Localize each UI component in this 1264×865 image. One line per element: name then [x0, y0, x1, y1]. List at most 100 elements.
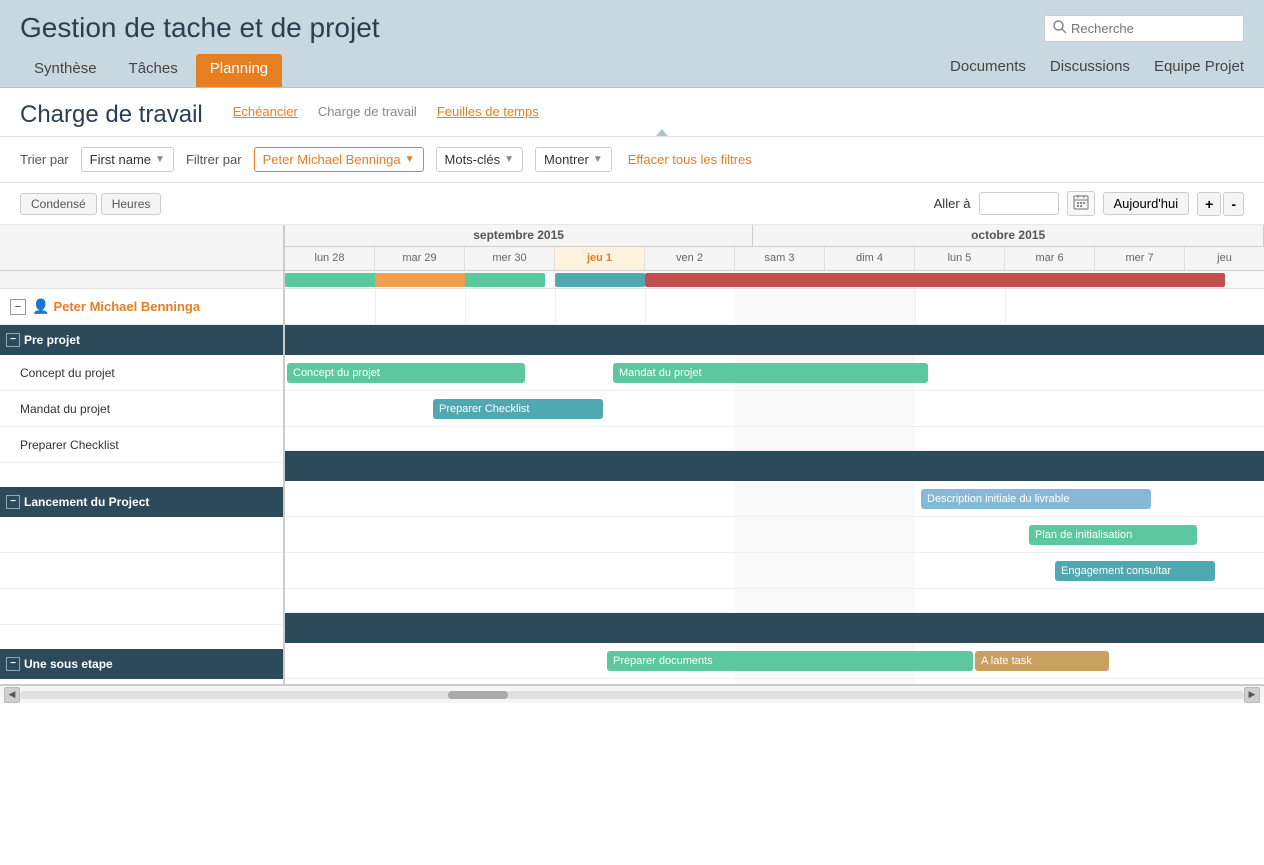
bar-late-task: A late task	[975, 651, 1109, 671]
task-grid-engagement: Engagement consultar	[285, 553, 1264, 589]
nav-item-synthese[interactable]: Synthèse	[20, 54, 111, 87]
summary-bar-red	[645, 273, 1225, 287]
section-pre-projet-collapse[interactable]: −	[6, 333, 20, 347]
heures-button[interactable]: Heures	[101, 193, 162, 215]
bar-prep-docs: Preparer documents	[607, 651, 973, 671]
summary-row	[285, 271, 1264, 289]
zoom-buttons: + -	[1197, 192, 1244, 216]
weekend-col-2	[825, 289, 915, 324]
section-lancement-collapse[interactable]: −	[6, 495, 20, 509]
nav-item-documents[interactable]: Documents	[950, 52, 1026, 81]
tab-charge[interactable]: Charge de travail	[318, 100, 417, 129]
filter-label: Filtrer par	[186, 152, 242, 167]
day-row: lun 28 mar 29 mer 30 jeu 1 ven 2 sam 3 d…	[285, 247, 1264, 270]
sub-header-row1: Charge de travail Echéancier Charge de t…	[20, 100, 1244, 129]
section-sous-etape-grid	[285, 613, 1264, 643]
month-oct: octobre 2015	[753, 225, 1264, 246]
grid-line-4	[645, 289, 646, 324]
keywords-select[interactable]: Mots-clés ▼	[436, 147, 524, 172]
spacer-row-2	[285, 589, 1264, 613]
section-sous-etape: − Une sous etape	[0, 649, 283, 679]
view-buttons: Condensé Heures	[20, 193, 161, 215]
weekend-col-1	[735, 289, 825, 324]
page-title: Charge de travail	[20, 101, 203, 129]
gantt-grid: septembre 2015 octobre 2015 lun 28 mar 2…	[285, 225, 1264, 684]
summary-bar-teal	[555, 273, 645, 287]
person-name[interactable]: Peter Michael Benninga	[53, 299, 200, 314]
nav-item-taches[interactable]: Tâches	[115, 54, 192, 87]
toolbar-row: Condensé Heures Aller à Aujourd'hui + -	[0, 183, 1264, 225]
task-row-mandat: Mandat du projet	[0, 391, 283, 427]
search-box[interactable]	[1044, 15, 1244, 42]
bar-engagement: Engagement consultar	[1055, 561, 1215, 581]
tab-echeancier[interactable]: Echéancier	[233, 100, 298, 129]
filter-caret: ▼	[405, 154, 415, 165]
day-cell-10: jeu	[1185, 247, 1264, 270]
task-row-checklist: Preparer Checklist	[0, 427, 283, 463]
day-cell-1: mar 29	[375, 247, 465, 270]
section-sous-etape-label: Une sous etape	[24, 657, 113, 671]
sort-caret: ▼	[155, 154, 165, 165]
task-grid-extra	[285, 679, 1264, 684]
section-sous-etape-collapse[interactable]: −	[6, 657, 20, 671]
scrollbar-track[interactable]	[20, 691, 1244, 699]
day-cell-8: mar 6	[1005, 247, 1095, 270]
app-title: Gestion de tache et de projet	[20, 12, 380, 44]
summary-bar-orange	[375, 273, 465, 287]
gantt-body: Concept du projet Mandat du projet Prepa…	[285, 271, 1264, 684]
filter-select[interactable]: Peter Michael Benninga ▼	[254, 147, 424, 172]
section-pre-projet: − Pre projet	[0, 325, 283, 355]
person-grid-row	[285, 289, 1264, 325]
today-button[interactable]: Aujourd'hui	[1103, 192, 1190, 215]
sub-tab-arrow	[20, 129, 1244, 136]
nav-item-equipe[interactable]: Equipe Projet	[1154, 52, 1244, 81]
bar-checklist: Preparer Checklist	[433, 399, 603, 419]
grid-line-1	[375, 289, 376, 324]
filter-value: Peter Michael Benninga	[263, 152, 401, 167]
grid-line-7	[915, 289, 916, 324]
spacer-row-1	[285, 427, 1264, 451]
month-sept: septembre 2015	[285, 225, 753, 246]
grid-line-3	[555, 289, 556, 324]
keywords-caret: ▼	[504, 154, 514, 165]
spacer1	[0, 463, 283, 487]
calendar-icon[interactable]	[1067, 191, 1095, 216]
nav-left: Synthèse Tâches Planning	[20, 54, 282, 87]
person-collapse-button[interactable]: −	[10, 299, 26, 315]
section-pre-projet-grid	[285, 325, 1264, 355]
tab-feuilles[interactable]: Feuilles de temps	[437, 100, 539, 129]
task-label-checklist: Preparer Checklist	[20, 438, 119, 452]
goto-input[interactable]	[979, 192, 1059, 215]
zoom-out-button[interactable]: -	[1223, 192, 1244, 216]
scrollbar-thumb[interactable]	[448, 691, 508, 699]
show-select[interactable]: Montrer ▼	[535, 147, 612, 172]
day-cell-4: ven 2	[645, 247, 735, 270]
spacer2	[0, 625, 283, 649]
filter-row: Trier par First name ▼ Filtrer par Peter…	[0, 137, 1264, 183]
nav-row: Synthèse Tâches Planning Documents Discu…	[20, 52, 1244, 87]
day-cell-6: dim 4	[825, 247, 915, 270]
nav-item-discussions[interactable]: Discussions	[1050, 52, 1130, 81]
clear-filters-button[interactable]: Effacer tous les filtres	[628, 152, 752, 167]
tab-indicator	[656, 129, 668, 136]
task-grid-prep-docs: Preparer documents A late task	[285, 643, 1264, 679]
scroll-right-button[interactable]: ▶	[1244, 687, 1260, 703]
search-input[interactable]	[1071, 21, 1231, 36]
task-label-mandat: Mandat du projet	[20, 402, 110, 416]
sub-tabs: Echéancier Charge de travail Feuilles de…	[233, 100, 539, 129]
section-lancement: − Lancement du Project	[0, 487, 283, 517]
day-cell-3: jeu 1	[555, 247, 645, 270]
bar-mandat: Mandat du projet	[613, 363, 928, 383]
task-row-desc	[0, 517, 283, 553]
section-lancement-grid	[285, 451, 1264, 481]
task-row-concept: Concept du projet	[0, 355, 283, 391]
goto-label: Aller à	[934, 196, 971, 211]
sort-label: Trier par	[20, 152, 69, 167]
nav-item-planning[interactable]: Planning	[196, 54, 282, 87]
gantt-container: − 👤 Peter Michael Benninga − Pre projet …	[0, 225, 1264, 685]
sort-select[interactable]: First name ▼	[81, 147, 174, 172]
scroll-left-button[interactable]: ◀	[4, 687, 20, 703]
zoom-in-button[interactable]: +	[1197, 192, 1221, 216]
month-row: septembre 2015 octobre 2015	[285, 225, 1264, 247]
condense-button[interactable]: Condensé	[20, 193, 97, 215]
